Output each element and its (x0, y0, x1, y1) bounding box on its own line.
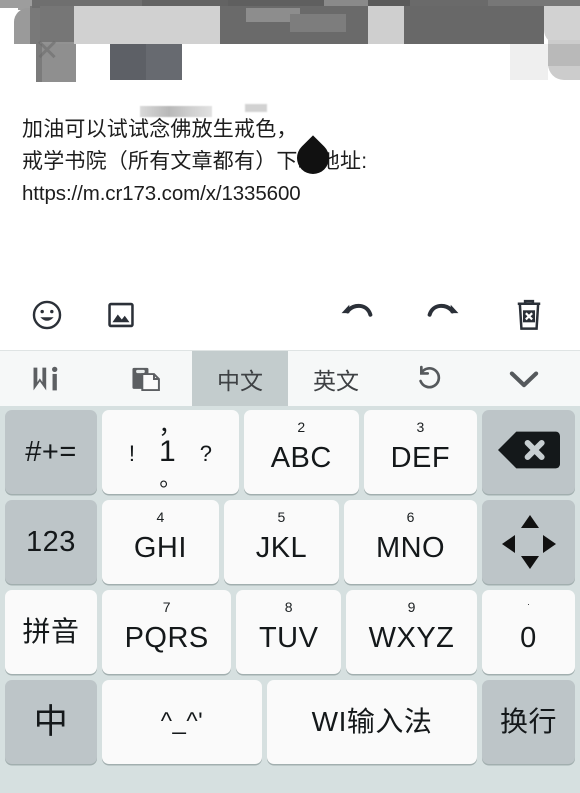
message-line-3-url: https://m.cr173.com/x/1335600 (22, 182, 301, 205)
emoticon-key[interactable]: ^_^' (102, 680, 262, 764)
inline-redaction-bar (245, 104, 267, 112)
mosaic-block (404, 6, 544, 44)
pinyin-key[interactable]: 拼音 (5, 590, 97, 674)
chevron-down-icon[interactable] (476, 351, 572, 407)
mosaic-block (544, 6, 580, 44)
key-3-digit: 3 (416, 419, 425, 435)
key-6-mno[interactable]: 6 MNO (344, 500, 478, 584)
keyboard-row-3: 拼音 7 PQRS 8 TUV 9 WXYZ · 0 (5, 590, 575, 680)
lang-toggle-label: 中 (33, 703, 69, 741)
key-9-label: WXYZ (368, 621, 455, 654)
keyboard: #+= ， ! 1 ? 。 2 ABC 3 DEF 123 4 GHI 5 JK… (0, 406, 580, 793)
inline-redaction-bar (140, 106, 212, 117)
wi-logo-icon[interactable] (0, 351, 100, 407)
redacted-header-region (0, 0, 580, 92)
space-key-label: WI输入法 (311, 706, 433, 737)
tab-chinese[interactable]: 中文 (192, 351, 288, 407)
smiley-icon[interactable] (26, 294, 68, 336)
numbers-key[interactable]: 123 (5, 500, 97, 584)
key-9-wxyz[interactable]: 9 WXYZ (346, 590, 477, 674)
key-5-digit: 5 (277, 509, 286, 525)
key-3-label: DEF (390, 441, 451, 474)
key-5-label: JKL (255, 531, 308, 564)
mosaic-block (74, 6, 220, 44)
pinyin-key-label: 拼音 (22, 616, 80, 647)
backspace-icon (497, 430, 560, 475)
mosaic-block (146, 44, 182, 80)
key-1-exclaim: ! (128, 441, 135, 466)
close-x-icon (36, 38, 58, 60)
lang-toggle-key[interactable]: 中 (5, 680, 97, 764)
symbols-key-label: #+= (25, 435, 77, 468)
undo-arrow-icon[interactable] (384, 351, 476, 407)
undo-icon[interactable] (336, 294, 378, 336)
mosaic-block (548, 44, 580, 66)
redo-icon[interactable] (422, 294, 464, 336)
key-5-jkl[interactable]: 5 JKL (223, 500, 340, 584)
clipboard-copy-icon[interactable] (100, 351, 192, 407)
key-2-abc[interactable]: 2 ABC (243, 410, 359, 494)
ime-tab-bar: 中文 英文 (0, 350, 580, 407)
key-8-tuv[interactable]: 8 TUV (236, 590, 342, 674)
key-6-digit: 6 (406, 509, 415, 525)
mosaic-block (510, 44, 548, 80)
key-1-question: ? (199, 441, 212, 466)
enter-key-label: 换行 (499, 706, 557, 737)
keyboard-row-2: 123 4 GHI 5 JKL 6 MNO (5, 500, 576, 590)
image-icon[interactable] (100, 294, 142, 336)
message-line-1: 加油可以试试念佛放生戒色， (22, 118, 298, 141)
message-line-2: 戒学书院（所有文章都有）下载地址: (22, 150, 368, 173)
symbols-key[interactable]: #+= (5, 410, 97, 494)
mosaic-block (0, 8, 14, 38)
mosaic-block (290, 14, 346, 32)
emoticon-key-label: ^_^' (160, 708, 204, 735)
screen-root: 加油可以试试念佛放生戒色， 戒学书院（所有文章都有）下载地址: https://… (0, 0, 580, 793)
tab-english[interactable]: 英文 (288, 351, 384, 407)
key-1-period: 。 (159, 466, 182, 491)
key-8-label: TUV (258, 621, 319, 654)
key-1[interactable]: ， ! 1 ? 。 (102, 410, 239, 494)
key-4-ghi[interactable]: 4 GHI (102, 500, 219, 584)
key-6-label: MNO (375, 531, 446, 564)
key-1-comma: ， (158, 412, 183, 439)
key-4-digit: 4 (156, 509, 165, 525)
enter-key[interactable]: 换行 (482, 680, 575, 764)
key-2-label: ABC (270, 441, 332, 474)
key-9-digit: 9 (407, 599, 416, 615)
numbers-key-label: 123 (26, 525, 76, 558)
key-1-label: 1 (159, 435, 176, 468)
key-4-label: GHI (133, 531, 187, 564)
key-2-digit: 2 (297, 419, 306, 435)
key-7-digit: 7 (162, 599, 171, 615)
mosaic-block (368, 6, 404, 44)
key-7-pqrs[interactable]: 7 PQRS (102, 590, 232, 674)
key-0-dot: · (526, 599, 530, 609)
selection-handle-drop (290, 135, 336, 181)
space-key[interactable]: WI输入法 (267, 680, 477, 764)
text-selection-handle[interactable] (290, 135, 336, 181)
key-8-digit: 8 (284, 599, 293, 615)
keyboard-row-1: #+= ， ! 1 ? 。 2 ABC 3 DEF (5, 410, 575, 500)
trash-delete-icon[interactable] (508, 294, 550, 336)
key-0[interactable]: · 0 (481, 590, 575, 674)
backspace-key[interactable] (482, 410, 575, 494)
key-0-label: 0 (520, 621, 537, 654)
keyboard-row-4: 中 ^_^' WI输入法 换行 (5, 680, 575, 770)
key-7-label: PQRS (124, 621, 209, 654)
message-text-body[interactable]: 加油可以试试念佛放生戒色， 戒学书院（所有文章都有）下载地址: https://… (0, 92, 580, 280)
key-3-def[interactable]: 3 DEF (363, 410, 477, 494)
arrow-pad-key[interactable] (482, 500, 576, 584)
editor-toolbar (0, 280, 580, 350)
arrow-pad-icon (501, 515, 556, 569)
